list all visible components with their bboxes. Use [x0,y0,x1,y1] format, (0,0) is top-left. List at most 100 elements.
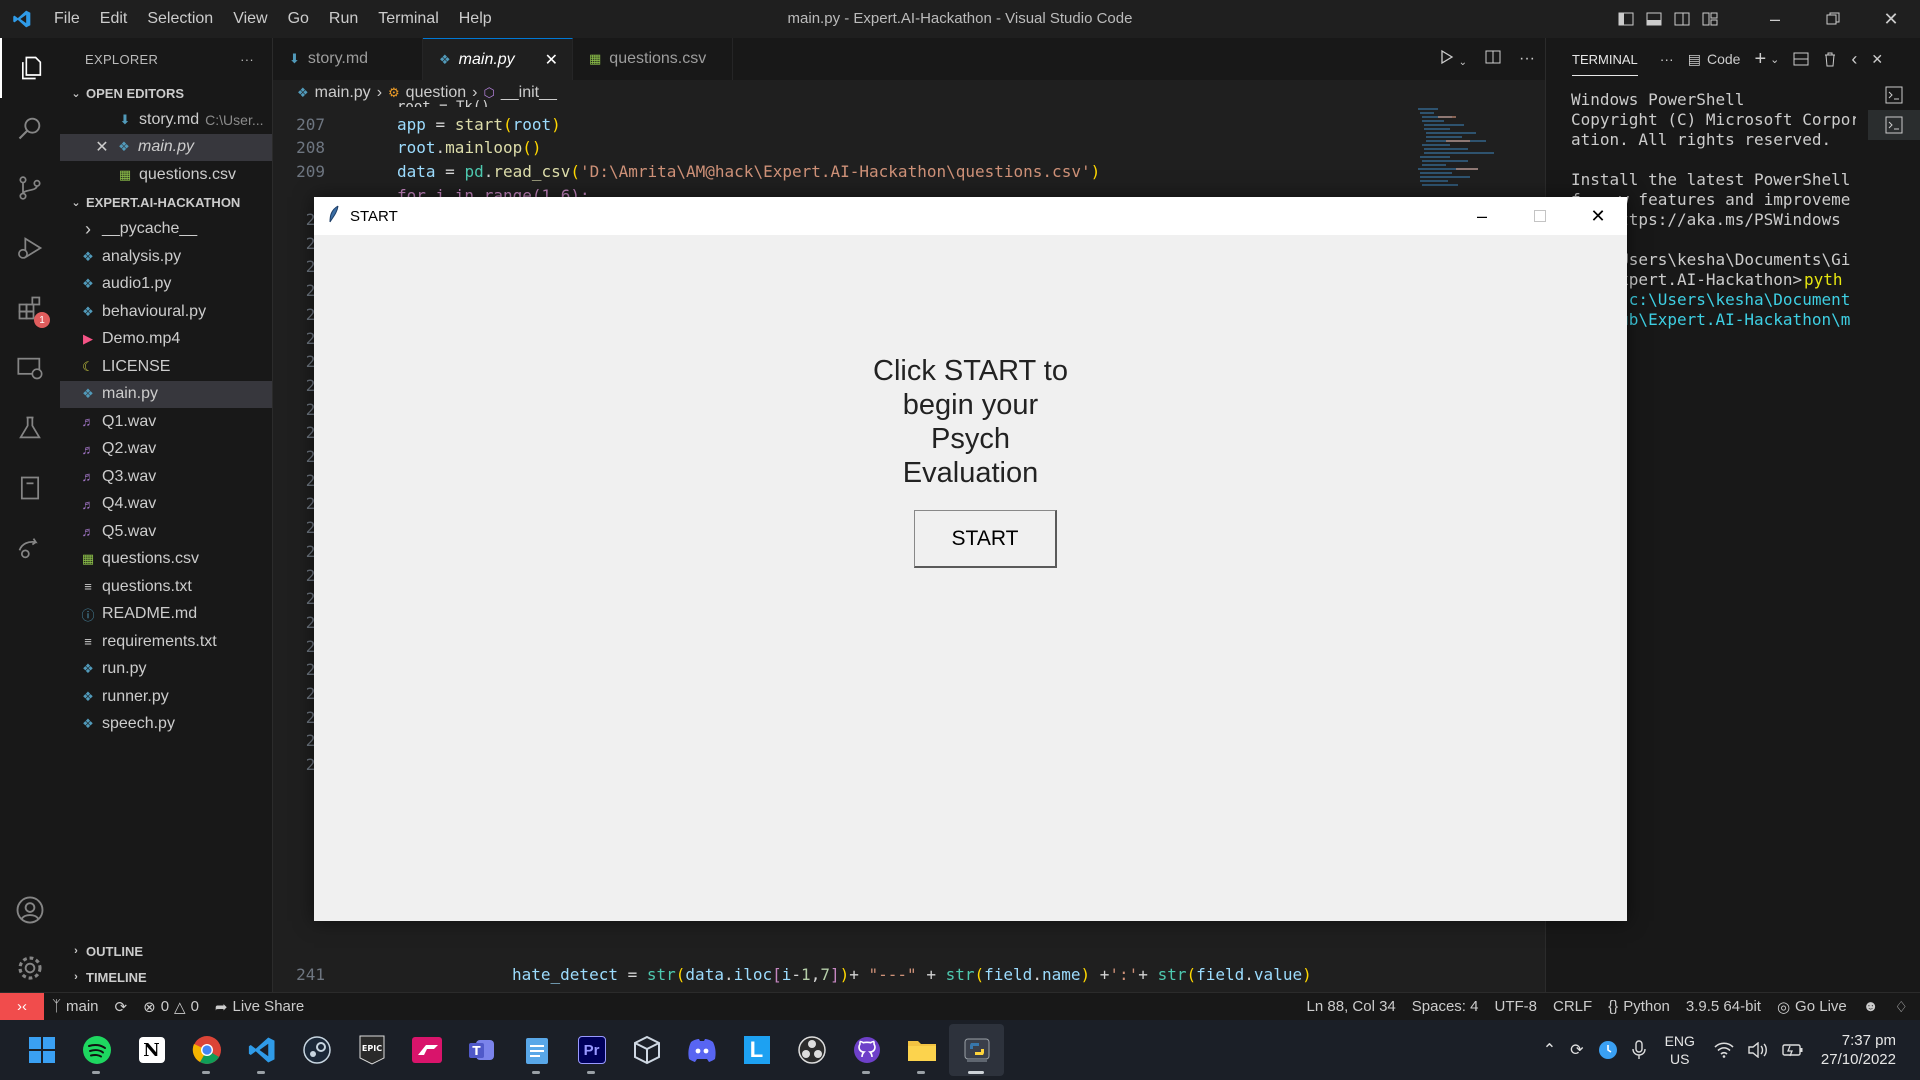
file-item[interactable]: ❖ run.py [60,656,272,684]
settings-gear-icon[interactable] [0,938,60,998]
github-desktop-icon[interactable] [839,1024,894,1076]
start-button[interactable]: START [914,510,1057,568]
language-indicator[interactable]: ENG US [1653,1032,1707,1068]
terminal-instance-icon[interactable] [1868,80,1920,110]
project-section[interactable]: ⌄ EXPERT.AI-HACKATHON [60,190,272,216]
clock[interactable]: 7:37 pm 27/10/2022 [1811,1031,1920,1069]
forza-icon[interactable] [399,1024,454,1076]
more-actions-icon[interactable]: ··· [1519,50,1535,68]
indentation[interactable]: Spaces: 4 [1404,998,1487,1015]
virtualbox-icon[interactable] [619,1024,674,1076]
live-share-button[interactable]: ➦ Live Share [207,998,312,1016]
minimap[interactable] [1416,106,1516,196]
volume-icon[interactable] [1741,1042,1775,1058]
close-tab-icon[interactable]: ✕ [525,50,558,70]
maximize-icon[interactable] [1511,197,1569,235]
toggle-primary-sidebar-icon[interactable] [1612,0,1640,38]
sync-tray-icon[interactable]: ⟳ [1563,1040,1590,1060]
restore-icon[interactable] [1804,0,1862,38]
open-editor-item[interactable]: ⬇ story.md C:\User... [60,106,272,134]
clock-tray-icon[interactable] [1591,1040,1625,1060]
account-icon[interactable] [0,880,60,940]
sync-icon[interactable]: ⟳ [107,998,136,1016]
menu-help[interactable]: Help [449,10,502,28]
more-actions-icon[interactable]: ··· [1660,51,1674,67]
menu-terminal[interactable]: Terminal [368,10,448,28]
feedback-icon[interactable]: ☻ [1855,998,1887,1015]
chrome-icon[interactable] [179,1024,234,1076]
remote-indicator-icon[interactable]: ›‹ [0,992,44,1021]
spotify-icon[interactable] [69,1024,124,1076]
teams-icon[interactable]: T [454,1024,509,1076]
chevron-left-icon[interactable]: ‹ [1851,49,1857,70]
testing-icon[interactable] [0,398,60,458]
tab-main-py[interactable]: ❖ main.py ✕ [423,38,573,80]
search-icon[interactable] [0,98,60,158]
tab-story-md[interactable]: ⬇ story.md [273,38,423,80]
open-editor-item[interactable]: ✕ ❖ main.py [60,133,272,161]
battery-icon[interactable] [1775,1043,1811,1057]
notifications-bell-icon[interactable]: ♢ [1887,998,1920,1016]
premiere-icon[interactable]: Pr [564,1024,619,1076]
file-item[interactable]: ❖ behavioural.py [60,298,272,326]
menu-edit[interactable]: Edit [90,10,138,28]
file-item[interactable]: ❖ audio1.py [60,271,272,299]
discord-icon[interactable] [674,1024,729,1076]
microphone-icon[interactable] [1625,1040,1653,1060]
terminal-instance-icon[interactable] [1868,110,1920,140]
encoding[interactable]: UTF-8 [1486,998,1545,1015]
run-debug-icon[interactable] [0,218,60,278]
customize-layout-icon[interactable] [1696,0,1724,38]
file-item[interactable]: ❖ main.py [60,380,272,408]
file-item[interactable]: ❖ analysis.py [60,243,272,271]
line-ending[interactable]: CRLF [1545,998,1600,1015]
trash-icon[interactable] [1823,51,1837,67]
folder-item[interactable]: › __pycache__ [60,216,272,244]
python-icon[interactable] [949,1024,1004,1076]
minimize-icon[interactable]: – [1746,0,1804,38]
file-item[interactable]: ♬ Q2.wav [60,436,272,464]
file-item[interactable]: ⓘ README.md [60,601,272,629]
terminal-tab[interactable]: TERMINAL [1572,42,1638,76]
new-terminal-icon[interactable]: + [1754,48,1766,71]
epic-games-icon[interactable]: EPIC [344,1024,399,1076]
close-window-icon[interactable]: ✕ [1569,197,1627,235]
remote-explorer-icon[interactable] [0,338,60,398]
file-explorer-icon[interactable] [894,1024,949,1076]
git-branch[interactable]: ᛉ main [44,998,107,1015]
file-item[interactable]: ≡ requirements.txt [60,628,272,656]
file-item[interactable]: ❖ speech.py [60,711,272,739]
go-live-button[interactable]: ◎ Go Live [1769,998,1855,1016]
file-item[interactable]: ≡ questions.txt [60,573,272,601]
timeline-section[interactable]: › TIMELINE [60,964,273,990]
close-panel-icon[interactable]: ✕ [1871,51,1883,68]
more-actions-icon[interactable]: ··· [240,52,254,67]
file-item[interactable]: ♬ Q3.wav [60,463,272,491]
vscode-icon[interactable] [234,1024,289,1076]
toggle-secondary-sidebar-icon[interactable] [1668,0,1696,38]
chevron-down-icon[interactable]: ⌄ [1770,53,1779,66]
file-item[interactable]: ❖ runner.py [60,683,272,711]
menu-view[interactable]: View [223,10,277,28]
notebook-icon[interactable] [0,458,60,518]
open-editor-item[interactable]: ▦ questions.csv [60,161,272,189]
outline-section[interactable]: › OUTLINE [60,938,273,964]
cursor-position[interactable]: Ln 88, Col 34 [1299,998,1404,1015]
open-editors-section[interactable]: ⌄ OPEN EDITORS [60,80,272,106]
file-item[interactable]: ♬ Q1.wav [60,408,272,436]
split-terminal-icon[interactable] [1793,51,1809,67]
windows-start-icon[interactable] [14,1024,69,1076]
menu-go[interactable]: Go [278,10,319,28]
toggle-panel-icon[interactable] [1640,0,1668,38]
menu-selection[interactable]: Selection [137,10,223,28]
l-app-icon[interactable]: L [729,1024,784,1076]
run-python-file-icon[interactable]: ⌄ [1439,49,1467,70]
python-interpreter[interactable]: 3.9.5 64-bit [1678,998,1769,1015]
minimize-icon[interactable]: – [1453,197,1511,235]
obs-icon[interactable] [784,1024,839,1076]
breadcrumb-method[interactable]: __init__ [501,84,557,102]
explorer-icon[interactable] [0,38,60,98]
menu-file[interactable]: File [44,10,90,28]
file-item[interactable]: ▦ questions.csv [60,546,272,574]
file-item[interactable]: ▶ Demo.mp4 [60,326,272,354]
